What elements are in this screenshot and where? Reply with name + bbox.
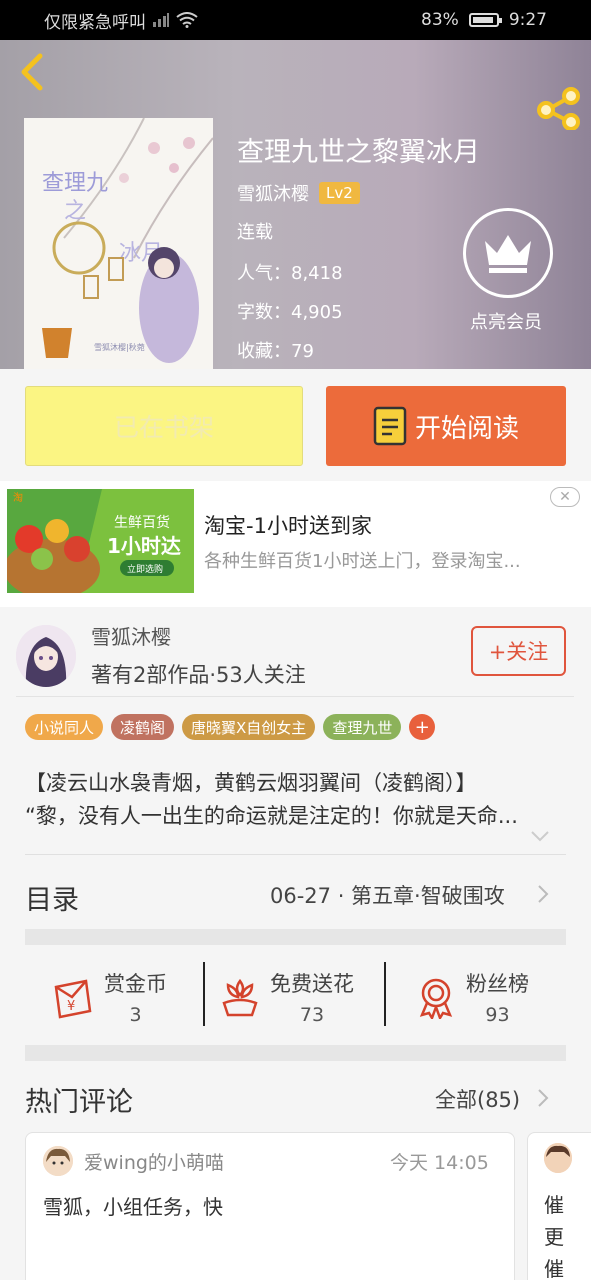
comment-card[interactable]: 爱wing的小萌喵 今天 14:05 雪狐，小组任务，快 [25, 1132, 515, 1280]
ad-title[interactable]: 淘宝-1小时送到家 [204, 510, 372, 540]
serial-status: 连载 [237, 222, 273, 243]
stat-label: 赏金币 [104, 972, 167, 996]
add-tag-button[interactable]: + [409, 714, 436, 740]
level-badge: Lv2 [319, 182, 360, 204]
book-header: 查理九 之 冰月 雪狐沐樱|秋菀 查理九世之黎翼冰月 雪狐沐樱 Lv2 连载 人… [0, 40, 591, 369]
follow-button[interactable]: +关注 [471, 626, 566, 676]
chevron-right-icon[interactable] [537, 884, 549, 904]
back-arrow-icon[interactable] [14, 52, 50, 92]
comment-text: 催 [544, 1193, 564, 1217]
in-bookshelf-button[interactable]: 已在书架 [25, 386, 303, 466]
battery-text: 83% [421, 10, 459, 30]
divider [384, 962, 386, 1026]
crown-icon [485, 235, 531, 273]
stat-value: 3 [129, 1004, 142, 1026]
comment-text: 雪狐，小组任务，快 [43, 1195, 223, 1219]
book-author-line: 雪狐沐樱 Lv2 [237, 180, 360, 206]
battery-icon [468, 13, 502, 27]
clock-text: 9:27 [508, 10, 547, 30]
medal-icon [419, 978, 453, 1019]
comment-time: 今天 14:05 [390, 1152, 489, 1174]
divider [25, 854, 566, 855]
wifi-icon [176, 12, 198, 28]
avatar-illustration [16, 625, 76, 687]
author-stats: 著有2部作品·53人关注 [91, 663, 306, 687]
tag-item[interactable]: 凌鹤阁 [111, 714, 175, 740]
ad-image[interactable]: 淘 生鲜百货 1小时达 立即选购 [7, 489, 194, 593]
commenter-avatar[interactable] [43, 1146, 73, 1176]
commenter-avatar[interactable] [544, 1143, 572, 1173]
ad-close-button[interactable]: ✕ [550, 487, 580, 507]
avatar-illustration [544, 1143, 572, 1173]
chevron-right-icon[interactable] [537, 1088, 549, 1108]
author-avatar[interactable] [16, 625, 76, 687]
popularity-stat: 人气：8,418 [237, 263, 343, 284]
all-comments-link[interactable]: 全部(85) [435, 1084, 520, 1114]
svg-text:1小时达: 1小时达 [107, 534, 181, 558]
section-separator [25, 1045, 566, 1061]
stat-value: 73 [299, 1004, 325, 1026]
status-bar: 仅限紧急呼叫 83% 9:27 [0, 0, 591, 40]
action-bar: 已在书架 开始阅读 [0, 369, 591, 481]
stat-label: 粉丝榜 [466, 972, 529, 996]
start-reading-label: 开始阅读 [414, 413, 519, 444]
tag-list: 小说同人 凌鹤阁 唐晓翼X自创女主 查理九世 + [25, 714, 436, 740]
share-icon[interactable] [537, 86, 581, 130]
stat-label: 免费送花 [270, 972, 354, 996]
svg-text:生鲜百货: 生鲜百货 [114, 514, 170, 531]
toc-label[interactable]: 目录 [25, 878, 79, 917]
svg-text:雪狐沐樱|秋菀: 雪狐沐樱|秋菀 [94, 342, 145, 352]
fan-ranking-button[interactable]: 粉丝榜 93 [414, 964, 529, 1030]
ad-banner[interactable]: 淘 生鲜百货 1小时达 立即选购 淘宝-1小时送到家 各种生鲜百货1小时送上门，… [0, 481, 591, 607]
svg-text:立即选购: 立即选购 [127, 563, 163, 575]
start-reading-button[interactable]: 开始阅读 [326, 386, 566, 466]
section-separator [25, 929, 566, 945]
author-name[interactable]: 雪狐沐樱 [91, 621, 171, 650]
word-count-stat: 字数：4,905 [237, 302, 343, 323]
intro-line-1: 【凌云山水袅青烟，黄鹤云烟羽翼间（凌鹤阁）】 [25, 771, 477, 795]
comment-card[interactable]: 催 更 催 [527, 1132, 591, 1280]
intro-line-2: “黎，没有人一出生的命运就是注定的！你就是天命... [25, 804, 518, 828]
book-icon [373, 406, 407, 446]
latest-chapter[interactable]: 06-27 · 第五章·智破围攻 [270, 880, 505, 910]
comment-text: 更 [544, 1225, 564, 1249]
vip-label[interactable]: 点亮会员 [470, 308, 542, 334]
commenter-name[interactable]: 爱wing的小萌喵 [84, 1148, 224, 1175]
chevron-down-icon[interactable] [530, 829, 550, 843]
tag-item[interactable]: 小说同人 [25, 714, 104, 740]
avatar-illustration [43, 1146, 73, 1176]
svg-text:¥: ¥ [67, 999, 75, 1014]
book-author[interactable]: 雪狐沐樱 [237, 180, 309, 206]
tag-item[interactable]: 查理九世 [323, 714, 402, 740]
hot-comments-title: 热门评论 [25, 1087, 133, 1118]
comment-text: 催 [544, 1257, 564, 1280]
tag-item[interactable]: 唐晓翼X自创女主 [182, 714, 316, 740]
svg-text:淘: 淘 [13, 491, 23, 504]
stat-value: 93 [485, 1004, 510, 1026]
cover-illustration: 查理九 之 冰月 雪狐沐樱|秋菀 [24, 118, 213, 369]
ad-illustration: 淘 生鲜百货 1小时达 立即选购 [7, 489, 194, 593]
book-title: 查理九世之黎翼冰月 [237, 137, 480, 168]
reward-coins-button[interactable]: ¥ 赏金币 3 [52, 964, 167, 1030]
carrier-text: 仅限紧急呼叫 [44, 12, 146, 33]
divider [203, 962, 205, 1026]
vip-button[interactable] [463, 208, 553, 298]
gold-coin-icon: ¥ [54, 979, 92, 1019]
svg-text:之: 之 [64, 199, 86, 224]
book-detail-panel: 雪狐沐樱 著有2部作品·53人关注 +关注 小说同人 凌鹤阁 唐晓翼X自创女主 … [0, 607, 591, 1280]
favorites-stat: 收藏：79 [237, 341, 314, 362]
book-cover[interactable]: 查理九 之 冰月 雪狐沐樱|秋菀 [24, 118, 213, 369]
author-card[interactable]: 雪狐沐樱 著有2部作品·53人关注 +关注 [16, 619, 574, 697]
flower-icon [222, 978, 258, 1017]
signal-icon [153, 13, 169, 27]
ad-description[interactable]: 各种生鲜百货1小时送上门，登录淘宝... [204, 547, 521, 573]
svg-text:查理九: 查理九 [42, 171, 108, 196]
free-flower-button[interactable]: 免费送花 73 [218, 964, 354, 1030]
